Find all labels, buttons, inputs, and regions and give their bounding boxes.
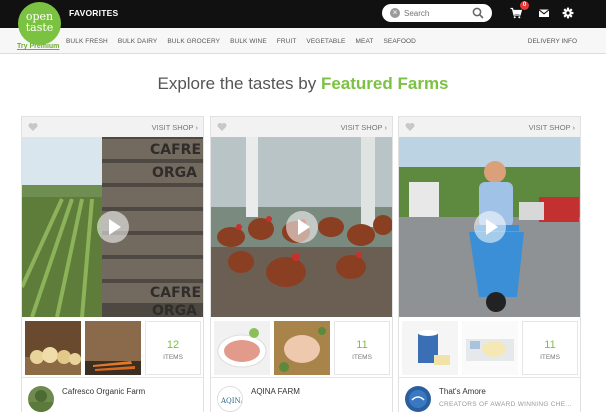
product-thumbnails: 11 ITEMS <box>211 318 392 376</box>
farm-video[interactable] <box>211 137 392 317</box>
category-list: BULK FRESH BULK DAIRY BULK GROCERY BULK … <box>66 38 426 45</box>
search-box[interactable]: × <box>382 4 492 22</box>
item-count: 11 <box>356 339 368 351</box>
farm-video[interactable] <box>399 137 580 317</box>
farm-name[interactable]: That's Amore <box>439 387 486 396</box>
farm-name[interactable]: Cafresco Organic Farm <box>62 387 145 396</box>
heading-highlight: Featured Farms <box>320 74 449 93</box>
category-seafood[interactable]: SEAFOOD <box>383 38 415 45</box>
chicken-cut-image <box>274 321 330 375</box>
visit-shop-link[interactable]: VISIT SHOP › <box>341 123 387 132</box>
svg-text:CAFRE: CAFRE <box>150 285 201 301</box>
onions-image <box>25 321 81 375</box>
product-thumb[interactable] <box>214 321 270 375</box>
cheese-tub-image <box>402 321 458 375</box>
category-fruit[interactable]: FRUIT <box>277 38 297 45</box>
item-count: 12 <box>166 339 180 351</box>
open-taste-logo[interactable]: open taste <box>18 2 61 45</box>
farm-info[interactable]: AQINA AQINA FARM <box>211 377 392 412</box>
category-bulk-fresh[interactable]: BULK FRESH <box>66 38 108 45</box>
item-count-box[interactable]: 11 ITEMS <box>522 321 578 375</box>
visit-shop-label: VISIT SHOP <box>340 123 383 132</box>
gear-icon[interactable] <box>562 7 574 19</box>
category-bulk-grocery[interactable]: BULK GROCERY <box>167 38 220 45</box>
play-button[interactable] <box>286 211 318 243</box>
heart-icon[interactable] <box>28 122 38 132</box>
cart-icon[interactable] <box>510 7 522 19</box>
favorites-link[interactable]: FAVORITES <box>69 8 118 18</box>
cheese-slice-image <box>462 321 518 375</box>
farm-card: VISIT SHOP › <box>210 116 393 412</box>
delivery-info-link[interactable]: DELIVERY INFO <box>528 38 577 45</box>
category-bar: Try Premium BULK FRESH BULK DAIRY BULK G… <box>0 28 606 54</box>
heading-prefix: Explore the tastes by <box>157 74 321 93</box>
play-button[interactable] <box>474 211 506 243</box>
product-thumbnails: 11 ITEMS <box>399 318 580 376</box>
product-thumbnails: 12 ITEMS <box>22 318 203 376</box>
farm-subtitle: CREATORS OF AWARD WINNING CHE... <box>439 401 572 408</box>
category-bulk-dairy[interactable]: BULK DAIRY <box>118 38 158 45</box>
item-count-label: ITEMS <box>540 354 560 361</box>
svg-text:ORGA: ORGA <box>152 303 197 317</box>
clear-icon[interactable]: × <box>390 8 400 18</box>
product-thumb[interactable] <box>25 321 81 375</box>
svg-text:AQINA: AQINA <box>220 397 243 405</box>
heart-icon[interactable] <box>405 122 415 132</box>
card-header: VISIT SHOP › <box>211 117 392 137</box>
product-thumb[interactable] <box>85 321 141 375</box>
product-thumb[interactable] <box>402 321 458 375</box>
farm-info[interactable]: Cafresco Organic Farm <box>22 377 203 412</box>
category-meat[interactable]: MEAT <box>356 38 374 45</box>
farm-avatar: AQINA <box>217 386 243 412</box>
top-bar: FAVORITES × 0 <box>0 0 606 28</box>
meat-tray-image <box>214 321 270 375</box>
farm-name[interactable]: AQINA FARM <box>251 387 300 396</box>
category-vegetable[interactable]: VEGETABLE <box>306 38 345 45</box>
svg-text:CAFRE: CAFRE <box>150 142 201 158</box>
item-count-label: ITEMS <box>352 354 372 361</box>
visit-shop-label: VISIT SHOP <box>528 123 571 132</box>
card-header: VISIT SHOP › <box>399 117 580 137</box>
carrots-image <box>85 321 141 375</box>
search-icon[interactable] <box>472 7 484 19</box>
mail-icon[interactable] <box>538 7 550 19</box>
visit-shop-link[interactable]: VISIT SHOP › <box>152 123 198 132</box>
farm-card: VISIT SHOP › <box>398 116 581 412</box>
item-count-label: ITEMS <box>163 354 183 361</box>
category-bulk-wine[interactable]: BULK WINE <box>230 38 267 45</box>
farm-info[interactable]: That's Amore CREATORS OF AWARD WINNING C… <box>399 377 580 412</box>
product-thumb[interactable] <box>462 321 518 375</box>
cart-count-badge: 0 <box>520 1 529 10</box>
farm-avatar <box>28 386 54 412</box>
card-header: VISIT SHOP › <box>22 117 203 137</box>
play-button[interactable] <box>97 211 129 243</box>
svg-text:ORGA: ORGA <box>152 165 197 181</box>
visit-shop-link[interactable]: VISIT SHOP › <box>529 123 575 132</box>
item-count: 11 <box>544 339 556 351</box>
heart-icon[interactable] <box>217 122 227 132</box>
logo-text-taste: taste <box>25 21 54 34</box>
farm-video[interactable]: CAFRE ORGA CAFRE ORGA <box>22 137 203 317</box>
farm-avatar <box>405 386 431 412</box>
item-count-box[interactable]: 12 ITEMS <box>145 321 201 375</box>
section-heading: Explore the tastes by Featured Farms <box>0 74 606 94</box>
visit-shop-label: VISIT SHOP <box>151 123 194 132</box>
search-input[interactable] <box>404 7 466 19</box>
item-count-box[interactable]: 11 ITEMS <box>334 321 390 375</box>
product-thumb[interactable] <box>274 321 330 375</box>
farm-card: VISIT SHOP › CAFRE ORGA CAFRE ORGA 12 IT… <box>21 116 204 412</box>
